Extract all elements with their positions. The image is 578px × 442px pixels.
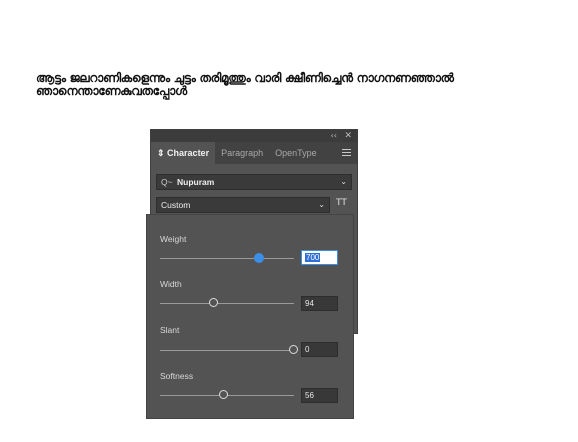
width-value-field[interactable]: 94 <box>301 296 338 311</box>
softness-slider-thumb[interactable] <box>219 390 229 399</box>
panel-title-bar: ‹‹ ✕ <box>151 130 357 142</box>
tab-opentype[interactable]: OpenType <box>269 142 323 164</box>
slant-value-field[interactable]: 0 <box>301 342 338 357</box>
tab-character[interactable]: ⇕ Character <box>151 142 216 164</box>
slant-slider-thumb[interactable] <box>289 345 298 354</box>
weight-slider-thumb[interactable] <box>254 253 265 263</box>
sample-text-headline: ആട്ടം ജലറാണികളെന്നും ചുട്ടം തരിമൂത്തും വ… <box>36 71 454 98</box>
tab-character-label: Character <box>167 148 210 158</box>
font-family-value: Nupuram <box>177 177 215 187</box>
softness-value-field[interactable]: 56 <box>301 388 338 403</box>
search-icon: Q~ <box>161 177 173 187</box>
panel-tabs: ⇕ Character Paragraph OpenType <box>151 142 357 164</box>
softness-slider-track[interactable] <box>160 390 294 399</box>
axis-label-slant: Slant <box>160 325 180 335</box>
axis-label-weight: Weight <box>160 234 187 244</box>
width-slider-track[interactable] <box>160 298 294 307</box>
collapse-icon[interactable]: ‹‹ <box>331 130 337 142</box>
weight-value: 700 <box>305 253 321 262</box>
variable-font-icon[interactable]: TT <box>336 198 347 208</box>
panel-menu-icon[interactable] <box>342 149 351 158</box>
chevron-down-icon[interactable]: ⌄ <box>340 175 347 189</box>
font-style-value: Custom <box>161 200 191 210</box>
weight-slider-track[interactable] <box>160 253 294 263</box>
axis-label-width: Width <box>160 279 182 289</box>
variable-axes-popup: Weight 700 Width 94 Slant 0 Softness 56 <box>146 214 354 419</box>
chevron-down-icon[interactable]: ⌄ <box>318 198 325 212</box>
close-icon[interactable]: ✕ <box>344 130 352 142</box>
tab-paragraph[interactable]: Paragraph <box>215 142 269 164</box>
slant-slider-track[interactable] <box>160 345 298 354</box>
font-style-field[interactable]: Custom ⌄ <box>156 197 330 213</box>
axis-label-softness: Softness <box>160 371 194 381</box>
font-family-field[interactable]: Q~ Nupuram ⌄ <box>156 174 352 190</box>
weight-value-field[interactable]: 700 <box>301 250 338 265</box>
expand-arrows-icon: ⇕ <box>157 148 168 158</box>
width-slider-thumb[interactable] <box>208 298 218 307</box>
